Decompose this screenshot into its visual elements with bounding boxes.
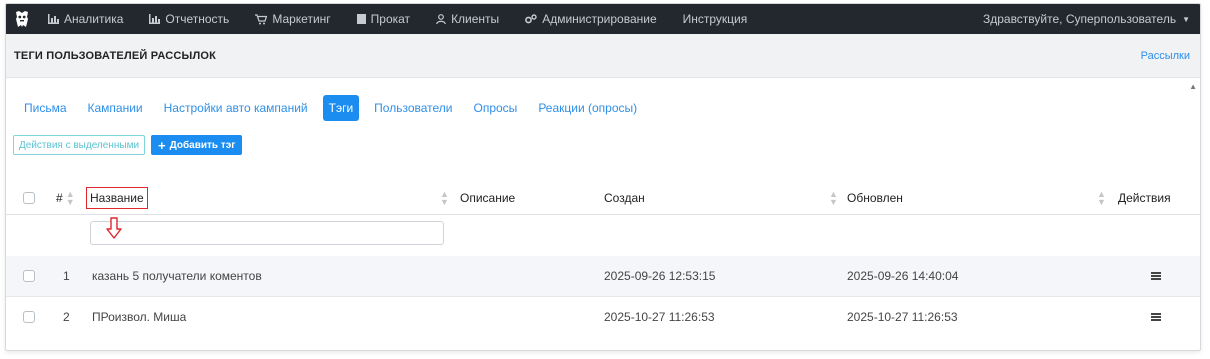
user-icon <box>436 14 446 24</box>
column-actions-label: Действия <box>1118 191 1171 205</box>
gears-icon <box>525 14 537 24</box>
caret-down-icon: ▼ <box>1182 14 1190 24</box>
row-created: 2025-10-27 11:26:53 <box>604 309 715 324</box>
user-menu[interactable]: Здравствуйте, Суперпользователь ▼ <box>983 12 1190 26</box>
sort-icon: ▲ ▼ <box>829 189 838 207</box>
nav-label: Администрирование <box>542 12 657 26</box>
row-number: 1 <box>63 269 70 283</box>
tab-surveys[interactable]: Опросы <box>468 95 524 121</box>
nav-item-administration[interactable]: Администрирование <box>525 12 657 26</box>
column-number-label: # <box>56 191 63 205</box>
row-number: 2 <box>63 309 70 324</box>
nav-item-analytics[interactable]: Аналитика <box>48 12 123 26</box>
tab-campaigns[interactable]: Кампании <box>82 95 149 121</box>
sort-icon: ▲ ▼ <box>440 189 449 207</box>
column-created[interactable]: Создан <box>604 182 645 214</box>
table-row[interactable]: 1 казань 5 получатели коментов 2025-09-2… <box>6 256 1200 296</box>
nav-label: Отчетность <box>165 12 230 26</box>
column-name-label: Название <box>90 191 144 205</box>
bar-chart-icon <box>48 14 59 24</box>
name-filter-input[interactable] <box>90 221 444 245</box>
square-icon <box>356 14 366 24</box>
column-number[interactable]: # ▲ ▼ <box>56 182 75 214</box>
column-description[interactable]: Описание <box>460 182 515 214</box>
scroll-up-arrow-icon[interactable]: ▲ <box>1189 82 1197 91</box>
filter-row <box>6 216 1200 253</box>
row-checkbox[interactable] <box>23 310 35 323</box>
sort-icon: ▲ ▼ <box>65 189 75 207</box>
nav-label: Аналитика <box>64 12 124 26</box>
list-menu-icon <box>1151 312 1161 321</box>
tab-bar: Письма Кампании Настройки авто кампаний … <box>6 78 1200 124</box>
tab-letters[interactable]: Письма <box>18 95 73 121</box>
nav-item-rental[interactable]: Прокат <box>356 12 411 26</box>
toolbar: Действия с выделенными + Добавить тэг <box>6 124 1200 158</box>
row-updated: 2025-10-27 11:26:53 <box>847 309 958 324</box>
nav-item-instructions[interactable]: Инструкция <box>683 12 748 26</box>
nav-item-marketing[interactable]: Маркетинг <box>255 12 331 26</box>
tab-survey-reactions[interactable]: Реакции (опросы) <box>532 95 643 121</box>
tab-tags[interactable]: Тэги <box>322 94 360 121</box>
user-greeting: Здравствуйте, Суперпользователь <box>982 12 1177 26</box>
sort-icon: ▲ ▼ <box>1097 189 1106 207</box>
breadcrumb-link-mailings[interactable]: Рассылки <box>1141 50 1190 62</box>
tab-users[interactable]: Пользователи <box>368 95 458 121</box>
select-all-cell <box>23 182 35 214</box>
bar-chart-icon <box>149 14 161 24</box>
column-updated[interactable]: Обновлен <box>847 182 903 214</box>
table-header-row: # ▲ ▼ Название ▲ ▼ Описание Создан ▲ ▼ Обно <box>6 182 1200 215</box>
column-name[interactable]: Название <box>86 182 148 214</box>
page-title: ТЕГИ ПОЛЬЗОВАТЕЛЕЙ РАССЫЛОК <box>14 49 217 62</box>
app-window: Аналитика Отчетность Маркетинг Прокат Кл… <box>5 3 1201 351</box>
bulk-actions-button[interactable]: Действия с выделенными <box>13 135 146 155</box>
column-description-label: Описание <box>460 191 516 205</box>
column-name-highlight: Название <box>86 187 148 209</box>
nav-label: Инструкция <box>682 12 748 26</box>
column-created-label: Создан <box>604 191 645 205</box>
table-row[interactable]: 2 ПРоизвол. Миша 2025-10-27 11:26:53 202… <box>6 296 1200 336</box>
page-header: ТЕГИ ПОЛЬЗОВАТЕЛЕЙ РАССЫЛОК Рассылки <box>6 34 1200 78</box>
nav-label: Маркетинг <box>272 12 331 26</box>
row-updated: 2025-09-26 14:40:04 <box>847 269 959 283</box>
column-name-sort[interactable]: ▲ ▼ <box>437 182 449 214</box>
add-tag-button[interactable]: + Добавить тэг <box>151 135 243 155</box>
select-all-checkbox[interactable] <box>23 192 35 204</box>
column-created-sort[interactable]: ▲ ▼ <box>826 182 838 214</box>
row-name: ПРоизвол. Миша <box>92 309 187 324</box>
list-menu-icon <box>1151 272 1161 280</box>
plus-icon: + <box>158 137 166 153</box>
add-tag-label: Добавить тэг <box>169 139 236 151</box>
row-select-cell <box>23 297 35 336</box>
row-name: казань 5 получатели коментов <box>92 269 262 283</box>
red-down-arrow-icon <box>106 217 122 239</box>
nav-label: Прокат <box>370 12 411 26</box>
cart-icon <box>255 13 268 25</box>
nav-item-clients[interactable]: Клиенты <box>436 12 499 26</box>
row-actions-menu[interactable] <box>1151 297 1161 336</box>
nav-label: Клиенты <box>451 12 500 26</box>
row-actions-menu[interactable] <box>1151 256 1161 296</box>
row-checkbox[interactable] <box>23 270 35 282</box>
row-created: 2025-09-26 12:53:15 <box>604 269 716 283</box>
column-updated-sort[interactable]: ▲ ▼ <box>1094 182 1106 214</box>
mascot-logo-icon[interactable] <box>14 10 30 28</box>
row-select-cell <box>23 256 35 296</box>
nav-item-reports[interactable]: Отчетность <box>149 12 229 26</box>
top-navbar: Аналитика Отчетность Маркетинг Прокат Кл… <box>6 4 1200 34</box>
column-updated-label: Обновлен <box>847 191 903 205</box>
tab-auto-campaign-settings[interactable]: Настройки авто кампаний <box>158 95 314 121</box>
column-actions: Действия <box>1118 182 1171 214</box>
